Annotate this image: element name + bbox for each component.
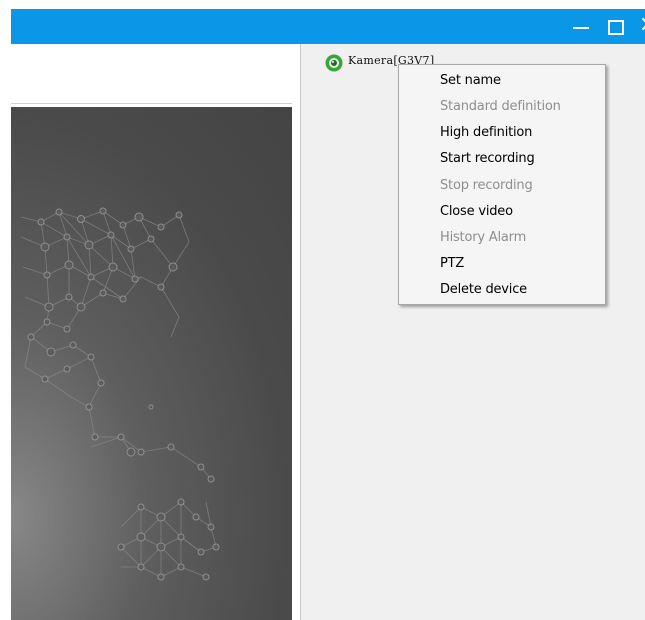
menu-item-delete-device[interactable]: Delete device <box>440 277 527 303</box>
menu-item-high-definition[interactable]: High definition <box>440 120 532 146</box>
maximize-button[interactable] <box>597 9 631 44</box>
left-toolbar-area <box>11 44 292 106</box>
menu-item-history-alarm[interactable]: History Alarm <box>440 225 526 251</box>
menu-item-standard-definition[interactable]: Standard definition <box>440 94 561 120</box>
menu-item-ptz[interactable]: PTZ <box>440 251 464 277</box>
window-titlebar: ✕ <box>11 9 645 44</box>
device-context-menu: Set name Standard definition High defini… <box>398 64 606 305</box>
panel-divider[interactable] <box>292 44 300 620</box>
menu-item-set-name[interactable]: Set name <box>440 68 501 94</box>
menu-item-stop-recording[interactable]: Stop recording <box>440 173 533 199</box>
network-map-decoration <box>20 207 220 581</box>
menu-item-start-recording[interactable]: Start recording <box>440 146 535 172</box>
maximize-icon <box>608 20 624 35</box>
menu-item-close-video[interactable]: Close video <box>440 199 513 225</box>
camera-icon <box>325 54 343 72</box>
video-view[interactable] <box>11 107 292 620</box>
close-icon: ✕ <box>639 13 645 39</box>
minimize-button[interactable] <box>563 9 597 44</box>
minimize-icon <box>573 27 589 29</box>
close-button[interactable]: ✕ <box>633 9 645 44</box>
left-separator <box>11 103 292 104</box>
